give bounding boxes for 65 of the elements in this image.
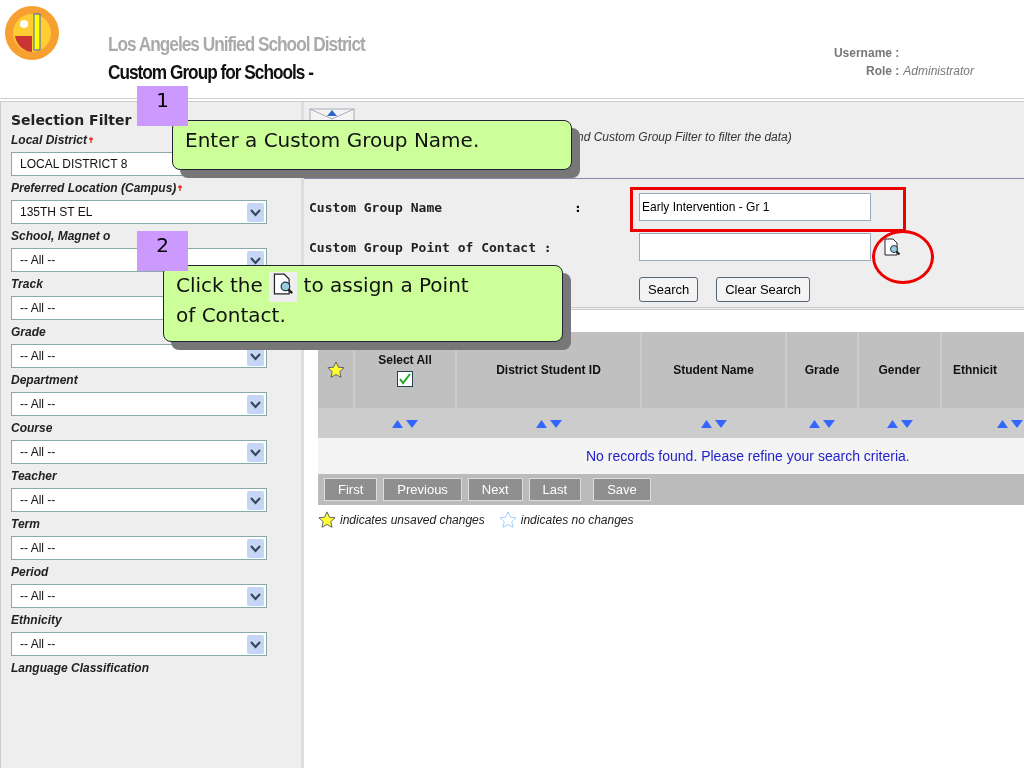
star-icon <box>326 361 345 379</box>
filter-label: Language Classification <box>11 661 150 675</box>
filter-label: Preferred Location (Campus) <box>11 181 177 195</box>
dropdown-icon <box>247 202 264 222</box>
dropdown-icon <box>247 394 264 414</box>
page-title: Custom Group for Schools - <box>108 60 315 84</box>
filter-label: Local District <box>11 133 88 147</box>
filter-label: Grade <box>11 325 46 339</box>
select-all-checkbox[interactable] <box>397 371 413 387</box>
sort-icon[interactable] <box>392 420 418 428</box>
dropdown-icon <box>247 634 264 654</box>
filter-label: Track <box>11 277 43 291</box>
sort-icon[interactable] <box>700 420 727 428</box>
filter-select[interactable]: -- All -- <box>11 584 267 608</box>
step-number-tooltip: 1 <box>137 86 188 126</box>
column-header[interactable]: Ethnicit <box>953 363 997 377</box>
role-value: Administrator <box>903 64 974 78</box>
text-field[interactable]: Early Intervention - Gr 1 <box>639 193 871 221</box>
filter-select[interactable]: -- All -- <box>11 632 267 656</box>
district-name: Los Angeles Unified School District <box>108 32 365 56</box>
filter-label: Teacher <box>11 469 57 483</box>
document-search-icon[interactable] <box>272 273 295 295</box>
filter-label: Course <box>11 421 53 435</box>
sort-icon[interactable] <box>809 420 835 428</box>
filter-select[interactable]: -- All -- <box>11 536 267 560</box>
column-header[interactable]: District Student ID <box>496 363 601 377</box>
legend-text: indicates no changes <box>520 513 634 527</box>
sort-icon[interactable] <box>996 420 1023 428</box>
filter-label: Period <box>11 565 49 579</box>
column-header[interactable]: Gender <box>878 363 921 377</box>
filter-select[interactable]: 135TH ST EL <box>11 200 267 224</box>
step-number-tooltip: 2 <box>137 231 188 271</box>
callout-text: Enter a Custom Group Name. <box>185 127 480 153</box>
field-label: Custom Group Point of Contact : <box>309 239 553 255</box>
highlight-circle <box>872 230 934 284</box>
search-button[interactable]: Search <box>639 277 699 302</box>
field-label: Custom Group Name <box>309 199 444 215</box>
column-header[interactable]: Grade <box>804 363 840 377</box>
filter-select[interactable]: -- All -- <box>11 392 267 416</box>
sort-icon[interactable] <box>535 420 562 428</box>
sidebar-title: Selection Filter <box>11 112 133 128</box>
empty-message: No records found. Please refine your search criteria. <box>586 448 910 464</box>
filter-label: School, Magnet o <box>11 229 111 243</box>
legend-text: indicates unsaved changes <box>340 513 485 527</box>
filter-label: Ethnicity <box>11 613 62 627</box>
column-header[interactable]: Select All <box>378 353 432 367</box>
filter-select[interactable]: -- All -- <box>11 488 267 512</box>
colon: : <box>574 199 583 215</box>
sort-icon[interactable] <box>886 420 913 428</box>
username-label: Username : <box>833 46 900 60</box>
dropdown-icon <box>247 586 264 606</box>
text-field[interactable] <box>639 233 871 261</box>
filter-select[interactable]: -- All -- <box>11 344 267 368</box>
document-search-icon[interactable] <box>883 238 901 256</box>
dropdown-icon <box>247 490 264 510</box>
tab-icon[interactable] <box>309 108 355 122</box>
role-label: Role : <box>864 64 900 78</box>
filter-label: Department <box>11 373 78 387</box>
filter-select[interactable]: -- All -- <box>11 440 267 464</box>
filter-label: Term <box>11 517 40 531</box>
dropdown-icon <box>247 442 264 462</box>
dropdown-icon <box>247 538 264 558</box>
column-header[interactable]: Student Name <box>673 363 754 377</box>
logo <box>3 4 61 62</box>
clear-search-button[interactable]: Clear Search <box>716 277 811 302</box>
